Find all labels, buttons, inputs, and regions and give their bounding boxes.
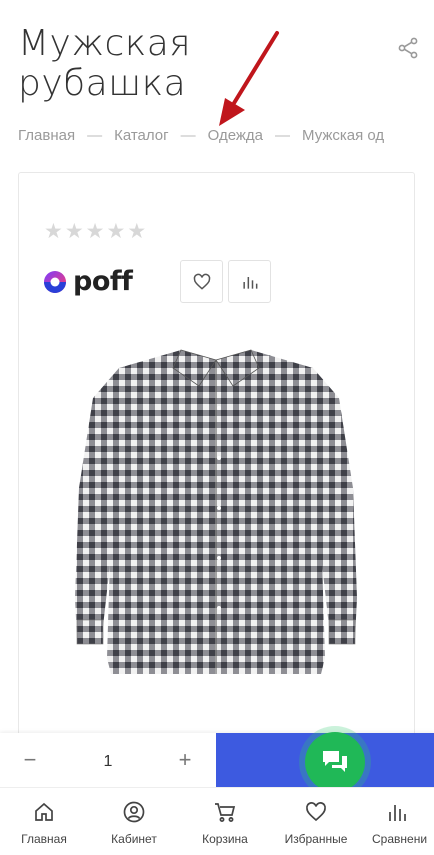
quantity-increase-button[interactable]: + bbox=[175, 747, 195, 773]
breadcrumb-item-home[interactable]: Главная bbox=[18, 127, 75, 144]
breadcrumb-separator: — bbox=[180, 127, 196, 144]
breadcrumb: Главная — Каталог — Одежда — Мужская од bbox=[18, 127, 384, 144]
star-icon: ★ bbox=[64, 220, 84, 243]
star-icon: ★ bbox=[44, 220, 63, 243]
nav-item-favorites[interactable]: Избранные bbox=[271, 788, 361, 855]
nav-item-cart[interactable]: Корзина bbox=[180, 788, 270, 855]
star-icon: ★ bbox=[106, 220, 126, 243]
quantity-value[interactable]: 1 bbox=[98, 753, 118, 771]
bottom-nav: Главная Кабинет Корзина Избранные Сравне… bbox=[0, 787, 434, 855]
heart-icon bbox=[306, 802, 326, 822]
nav-label: Избранные bbox=[284, 832, 348, 846]
nav-label: Корзина bbox=[202, 832, 248, 846]
compare-icon bbox=[389, 805, 406, 821]
cart-icon bbox=[215, 803, 236, 822]
brand-logo[interactable]: poff bbox=[43, 266, 133, 297]
breadcrumb-separator: — bbox=[87, 127, 103, 144]
chat-button-inner bbox=[305, 732, 365, 792]
nav-item-account[interactable]: Кабинет bbox=[89, 788, 179, 855]
heart-icon bbox=[193, 273, 210, 290]
compare-icon bbox=[242, 276, 257, 289]
nav-item-home[interactable]: Главная bbox=[0, 788, 89, 855]
share-icon[interactable] bbox=[396, 36, 420, 60]
nav-label: Сравнени bbox=[372, 832, 428, 846]
breadcrumb-item-current: Мужская од bbox=[302, 127, 385, 144]
page-title: Мужская рубашка bbox=[18, 23, 192, 104]
star-icon: ★ bbox=[85, 220, 105, 243]
nav-item-compare[interactable]: Сравнени bbox=[362, 788, 434, 855]
nav-label: Кабинет bbox=[111, 832, 157, 846]
breadcrumb-item-clothes[interactable]: Одежда bbox=[208, 127, 263, 144]
star-icon: ★ bbox=[127, 220, 147, 243]
brand-name: poff bbox=[73, 266, 133, 297]
chat-icon bbox=[323, 751, 347, 772]
nav-label: Главная bbox=[21, 832, 67, 846]
add-to-compare-button[interactable] bbox=[228, 260, 271, 303]
quantity-decrease-button[interactable]: − bbox=[20, 747, 40, 773]
add-to-favorites-button[interactable] bbox=[180, 260, 223, 303]
product-card: ★ ★ ★ ★ ★ poff bbox=[18, 172, 415, 752]
home-icon bbox=[35, 802, 53, 821]
breadcrumb-item-catalog[interactable]: Каталог bbox=[114, 127, 169, 144]
breadcrumb-separator: — bbox=[275, 127, 291, 144]
rating-stars[interactable]: ★ ★ ★ ★ ★ bbox=[44, 219, 146, 244]
user-icon bbox=[123, 801, 145, 823]
brand-mark-icon bbox=[44, 270, 66, 293]
